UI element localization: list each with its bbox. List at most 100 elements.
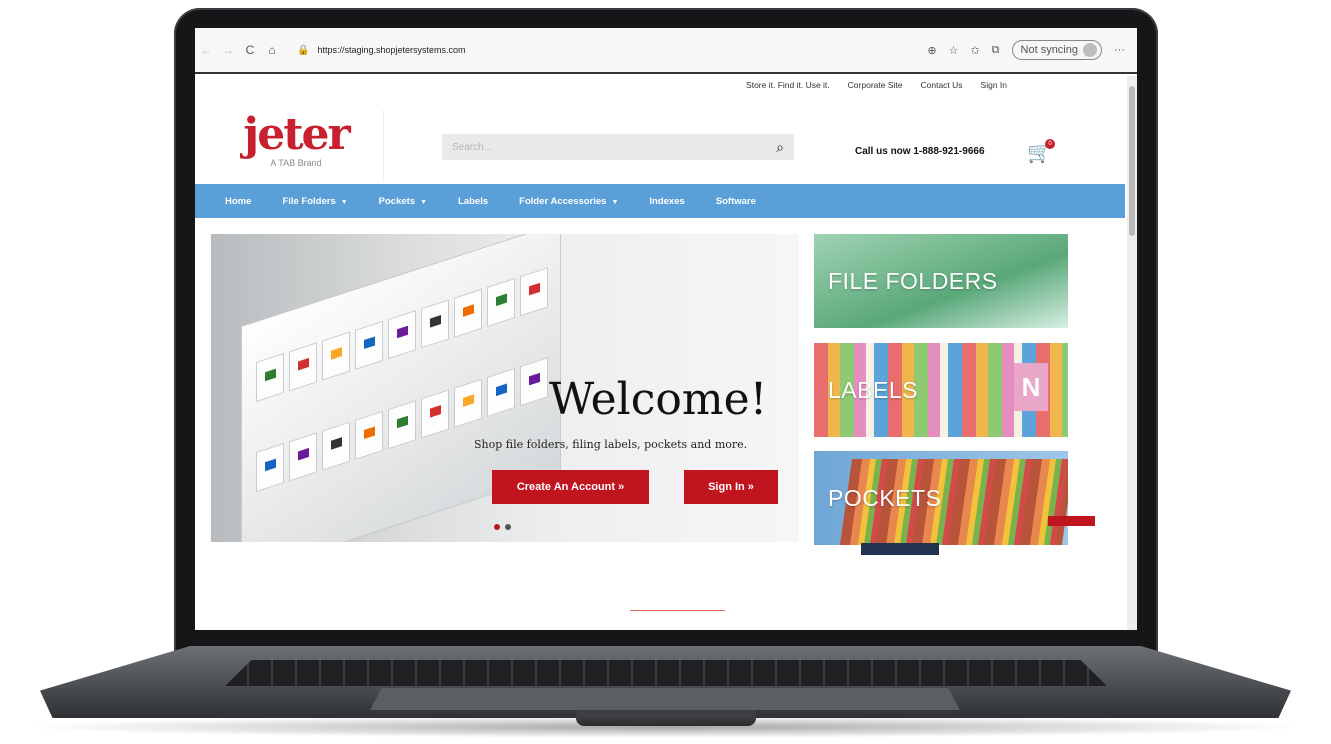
carousel-dots xyxy=(494,524,511,530)
carousel-dot[interactable] xyxy=(505,524,511,530)
site-header: jeter A TAB Brand Search... ⌕ Call us no… xyxy=(195,104,1125,184)
corporate-site-link[interactable]: Corporate Site xyxy=(848,80,903,90)
nav-label: Pockets xyxy=(378,195,416,207)
label-tab-letter: N xyxy=(1014,363,1048,411)
laptop-trackpad xyxy=(370,688,960,710)
nav-item-pockets[interactable]: Pockets ▼ xyxy=(379,196,427,207)
label-box xyxy=(256,443,284,493)
label-box xyxy=(289,432,317,482)
browser-tools: ⊕ ☆ ✩ ⧉ Not syncing ··· xyxy=(927,40,1137,60)
nav-label: File Folders xyxy=(282,195,336,207)
label-box xyxy=(421,299,449,349)
label-swatch xyxy=(529,372,540,386)
label-swatch xyxy=(397,415,408,429)
label-box xyxy=(520,357,548,407)
carousel-dot-active[interactable] xyxy=(494,524,500,530)
zoom-icon[interactable]: ⊕ xyxy=(927,44,936,57)
logo-wordmark: jeter xyxy=(243,109,350,160)
profile-avatar-icon xyxy=(1083,43,1097,57)
phone-number: Call us now 1-888-921-9666 xyxy=(855,146,985,157)
lock-icon: 🔒 xyxy=(297,44,310,56)
chevron-down-icon: ▼ xyxy=(420,198,428,206)
label-swatch xyxy=(496,293,507,307)
tile-file-folders[interactable]: FILE FOLDERS xyxy=(814,234,1068,328)
sign-in-link[interactable]: Sign In xyxy=(981,80,1007,90)
hero-banner: Welcome! Shop file folders, filing label… xyxy=(211,234,799,542)
label-swatch xyxy=(265,458,276,472)
sync-label: Not syncing xyxy=(1020,44,1078,56)
nav-label: Labels xyxy=(458,195,489,207)
search-input[interactable]: Search... ⌕ xyxy=(442,134,794,160)
address-url[interactable]: https://staging.shopjetersystems.com xyxy=(317,45,465,55)
forward-icon[interactable]: → xyxy=(217,43,239,57)
label-swatch xyxy=(298,357,309,371)
favorites-icon[interactable]: ✩ xyxy=(970,44,979,57)
label-swatch xyxy=(496,383,507,397)
nav-item-folder-accessories[interactable]: Folder Accessories ▼ xyxy=(519,196,618,207)
laptop-keyboard xyxy=(225,660,1107,686)
nav-item-indexes[interactable]: Indexes xyxy=(649,196,684,207)
label-box xyxy=(454,378,482,428)
label-box xyxy=(487,367,515,418)
label-box xyxy=(388,400,416,450)
sync-button[interactable]: Not syncing xyxy=(1011,40,1102,60)
contact-us-link[interactable]: Contact Us xyxy=(920,80,962,90)
label-box xyxy=(355,410,383,460)
nav-label: Home xyxy=(225,195,252,207)
label-box xyxy=(520,267,548,317)
label-box xyxy=(289,342,317,392)
decorative-bar xyxy=(1048,516,1095,526)
laptop-shadow xyxy=(20,716,1311,738)
divider xyxy=(630,610,725,611)
nav-item-software[interactable]: Software xyxy=(716,196,756,207)
label-swatch xyxy=(430,405,441,418)
tile-pockets[interactable]: POCKETS xyxy=(814,451,1068,545)
label-swatch xyxy=(364,336,375,350)
tagline-link[interactable]: Store it. Find it. Use it. xyxy=(746,80,830,90)
tile-label: POCKETS xyxy=(828,484,942,511)
page-scrollbar[interactable] xyxy=(1127,76,1137,630)
create-account-button[interactable]: Create An Account » xyxy=(492,470,649,504)
scrollbar-thumb[interactable] xyxy=(1129,86,1135,236)
utility-links: Store it. Find it. Use it. Corporate Sit… xyxy=(746,80,1007,90)
hero-title: Welcome! xyxy=(549,374,768,425)
nav-item-labels[interactable]: Labels xyxy=(458,196,488,207)
hero-sign-in-button[interactable]: Sign In » xyxy=(684,470,778,504)
label-swatch xyxy=(331,347,342,360)
label-box xyxy=(454,288,482,338)
label-swatch xyxy=(331,437,342,450)
nav-item-file-folders[interactable]: File Folders ▼ xyxy=(282,196,347,207)
tile-labels[interactable]: LABELS N xyxy=(814,343,1068,437)
label-box xyxy=(256,353,284,403)
label-swatch xyxy=(463,304,474,317)
laptop-screen: ← → C ⌂ 🔒 https://staging.shopjetersyste… xyxy=(195,28,1137,630)
label-swatch xyxy=(529,282,540,296)
back-icon[interactable]: ← xyxy=(195,43,217,57)
label-box xyxy=(421,389,449,439)
nav-label: Software xyxy=(715,195,756,207)
tile-label: FILE FOLDERS xyxy=(828,267,998,294)
site-logo[interactable]: jeter A TAB Brand xyxy=(209,110,384,182)
read-aloud-icon[interactable]: ☆ xyxy=(949,44,959,57)
label-box xyxy=(355,320,383,370)
tile-label: LABELS xyxy=(828,376,918,403)
home-icon[interactable]: ⌂ xyxy=(261,43,283,57)
reload-icon[interactable]: C xyxy=(239,43,261,57)
label-swatch xyxy=(430,315,441,328)
more-menu-icon[interactable]: ··· xyxy=(1114,44,1125,56)
chevron-down-icon: ▼ xyxy=(340,198,348,206)
cart-count-badge: 0 xyxy=(1045,139,1055,149)
hero-subtitle: Shop file folders, filing labels, pocket… xyxy=(474,438,748,451)
label-box xyxy=(388,310,416,360)
label-swatch xyxy=(463,394,474,407)
nav-item-home[interactable]: Home xyxy=(225,196,251,207)
label-box xyxy=(322,421,350,471)
label-swatch xyxy=(397,325,408,339)
logo-subtitle: A TAB Brand xyxy=(270,158,322,168)
address-bar[interactable]: 🔒 https://staging.shopjetersystems.com xyxy=(297,40,466,60)
label-swatch xyxy=(298,447,309,461)
main-nav: Home File Folders ▼ Pockets ▼ Labels Folde… xyxy=(195,184,1125,218)
collections-icon[interactable]: ⧉ xyxy=(992,44,1000,57)
search-icon[interactable]: ⌕ xyxy=(776,139,784,156)
chevron-down-icon: ▼ xyxy=(611,198,619,206)
